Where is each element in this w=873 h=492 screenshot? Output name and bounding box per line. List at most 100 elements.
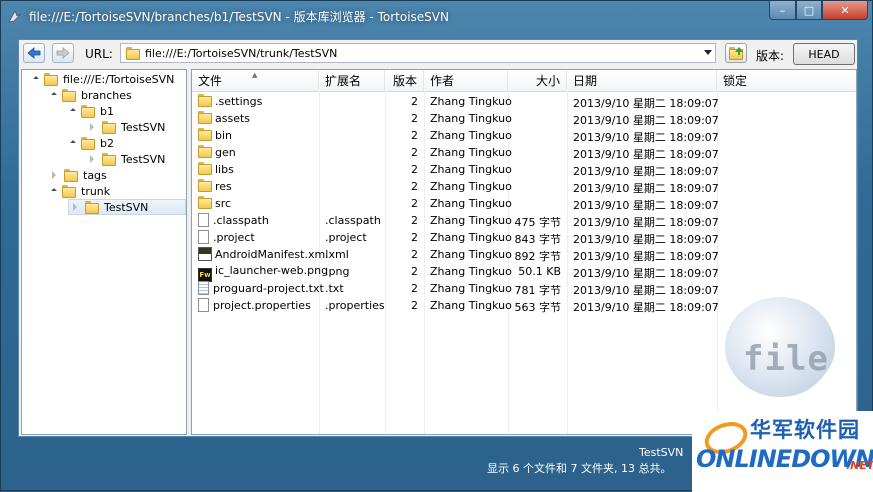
cell-file-name: project.properties xyxy=(198,298,311,312)
folder-icon xyxy=(198,179,212,192)
cell-revision: 2 xyxy=(411,146,418,159)
maximize-button[interactable]: □ xyxy=(796,1,822,20)
expand-arrow-icon[interactable] xyxy=(70,140,76,146)
cell-file-name: .classpath xyxy=(198,213,269,227)
cell-extension: .project xyxy=(325,231,367,244)
cell-revision: 2 xyxy=(411,112,418,125)
cell-date: 2013/9/10 星期二 18:09:07 xyxy=(573,267,719,280)
expand-arrow-icon[interactable] xyxy=(73,203,77,211)
tree-node[interactable]: branches xyxy=(51,87,132,103)
head-revision-button[interactable]: HEAD xyxy=(793,43,855,65)
cell-author: Zhang Tingkuo xyxy=(430,146,512,159)
tree-node[interactable]: trunk xyxy=(51,183,110,199)
close-button[interactable]: ✕ xyxy=(822,1,868,20)
status-folder: TestSVN xyxy=(639,446,684,459)
table-row[interactable]: proguard-project.txt .txt 2 Zhang Tingkuo 78… xyxy=(192,280,856,297)
table-row[interactable]: res 2 Zhang Tingkuo 2013/9/10 星期二 18:09:07 xyxy=(192,178,856,195)
tree-node[interactable]: b2 xyxy=(70,135,114,151)
title-bar[interactable]: file:///E:/TortoiseSVN/branches/b1/TestS… xyxy=(1,1,872,31)
back-button[interactable] xyxy=(23,43,45,63)
file-name-text: .classpath xyxy=(213,214,269,227)
cell-size: 843 字节 xyxy=(514,233,562,246)
tree-node[interactable]: file:///E:/TortoiseSVN xyxy=(33,71,175,87)
cell-revision: 2 xyxy=(411,95,418,108)
client-area: URL: file:///E:/TortoiseSVN/trunk/TestSV… xyxy=(18,39,858,437)
repository-tree[interactable]: file:///E:/TortoiseSVN branches b1 TestS… xyxy=(21,69,187,435)
cell-file-name: libs xyxy=(198,162,234,176)
table-row[interactable]: .project .project 2 Zhang Tingkuo 843 字节 2013… xyxy=(192,229,856,246)
cell-author: Zhang Tingkuo xyxy=(430,129,512,142)
table-row[interactable]: src 2 Zhang Tingkuo 2013/9/10 星期二 18:09:07 xyxy=(192,195,856,212)
cell-revision: 2 xyxy=(411,265,418,278)
onlinedown-logo: 华军软件园 ONLINEDOWN .NET xyxy=(692,411,873,492)
table-row[interactable]: Fw ic_launcher-web.png .png 2 Zhang Tingkuo 5… xyxy=(192,263,856,282)
column-header-extension[interactable]: 扩展名 xyxy=(319,70,385,91)
url-input[interactable]: file:///E:/TortoiseSVN/trunk/TestSVN xyxy=(145,47,337,60)
tree-node-label: b1 xyxy=(100,104,114,118)
text-file-icon xyxy=(198,281,209,295)
cell-size: 781 字节 xyxy=(514,284,562,297)
cell-file-name: assets xyxy=(198,111,250,125)
cell-author: Zhang Tingkuo xyxy=(430,197,512,210)
table-row[interactable]: bin 2 Zhang Tingkuo 2013/9/10 星期二 18:09:07 xyxy=(192,127,856,144)
column-header-revision[interactable]: 版本 xyxy=(385,70,424,91)
table-row[interactable]: libs 2 Zhang Tingkuo 2013/9/10 星期二 18:09:07 xyxy=(192,161,856,178)
status-summary: 显示 6 个文件和 7 文件夹, 13 总共。 xyxy=(487,462,672,475)
cell-revision: 2 xyxy=(411,163,418,176)
cell-file-name: res xyxy=(198,179,232,193)
minimize-button[interactable]: – xyxy=(769,1,796,20)
expand-arrow-icon[interactable] xyxy=(51,92,57,98)
url-combobox[interactable]: file:///E:/TortoiseSVN/trunk/TestSVN xyxy=(120,43,716,63)
expand-arrow-icon[interactable] xyxy=(90,123,94,131)
tree-node-label: file:///E:/TortoiseSVN xyxy=(63,72,175,86)
window-title: file:///E:/TortoiseSVN/branches/b1/TestS… xyxy=(29,10,449,24)
toolbar: URL: file:///E:/TortoiseSVN/trunk/TestSV… xyxy=(19,40,857,68)
cell-revision: 2 xyxy=(411,180,418,193)
cell-date: 2013/9/10 星期二 18:09:07 xyxy=(573,250,719,263)
forward-button[interactable] xyxy=(52,43,74,63)
tree-node[interactable]: tags xyxy=(52,167,107,183)
tree-node-selected[interactable]: TestSVN xyxy=(68,199,186,215)
revision-picker-button[interactable] xyxy=(725,43,747,63)
folder-icon xyxy=(44,72,58,86)
cell-date: 2013/9/10 星期二 18:09:07 xyxy=(573,216,719,229)
column-header-lock[interactable]: 锁定 xyxy=(717,70,856,91)
tree-node[interactable]: b1 xyxy=(70,103,114,119)
tree-node[interactable]: TestSVN xyxy=(90,151,165,167)
column-header-date[interactable]: 日期 xyxy=(567,70,717,91)
table-row[interactable]: gen 2 Zhang Tingkuo 2013/9/10 星期二 18:09:07 xyxy=(192,144,856,161)
file-name-text: ic_launcher-web.png xyxy=(215,264,329,277)
arrow-up-icon xyxy=(735,47,743,55)
folder-icon xyxy=(198,145,212,158)
cell-revision: 2 xyxy=(411,129,418,142)
table-row[interactable]: assets 2 Zhang Tingkuo 2013/9/10 星期二 18:09:… xyxy=(192,110,856,127)
cell-date: 2013/9/10 星期二 18:09:07 xyxy=(573,199,719,212)
file-name-text: proguard-project.txt xyxy=(213,282,324,295)
cell-author: Zhang Tingkuo xyxy=(430,231,512,244)
logo-suffix-text: .NET xyxy=(846,459,873,472)
cell-date: 2013/9/10 星期二 18:09:07 xyxy=(573,148,719,161)
tree-node[interactable]: TestSVN xyxy=(90,119,165,135)
chevron-down-icon[interactable] xyxy=(704,50,712,55)
folder-icon xyxy=(85,200,99,214)
folder-icon xyxy=(62,88,76,102)
column-header-size[interactable]: 大小 xyxy=(508,70,567,91)
cell-revision: 2 xyxy=(411,282,418,295)
expand-arrow-icon[interactable] xyxy=(52,171,56,179)
cell-author: Zhang Tingkuo xyxy=(430,248,512,261)
table-row[interactable]: .classpath .classpath 2 Zhang Tingkuo 475 字节… xyxy=(192,212,856,229)
table-row[interactable]: .settings 2 Zhang Tingkuo 2013/9/10 星期二 18:… xyxy=(192,93,856,110)
expand-arrow-icon[interactable] xyxy=(51,188,57,194)
folder-icon xyxy=(102,152,116,166)
expand-arrow-icon[interactable] xyxy=(90,155,94,163)
cell-author: Zhang Tingkuo xyxy=(430,265,512,278)
expand-arrow-icon[interactable] xyxy=(70,108,76,114)
cell-size: 475 字节 xyxy=(514,216,562,229)
column-header-author[interactable]: 作者 xyxy=(424,70,508,91)
table-row[interactable]: AndroidManifest.xml .xml 2 Zhang Tingkuo 892… xyxy=(192,246,856,263)
tree-node-label: tags xyxy=(83,168,107,182)
url-label: URL: xyxy=(85,47,113,61)
expand-arrow-icon[interactable] xyxy=(33,76,39,82)
cell-extension: .properties xyxy=(325,299,385,312)
cell-file-name: bin xyxy=(198,128,232,142)
